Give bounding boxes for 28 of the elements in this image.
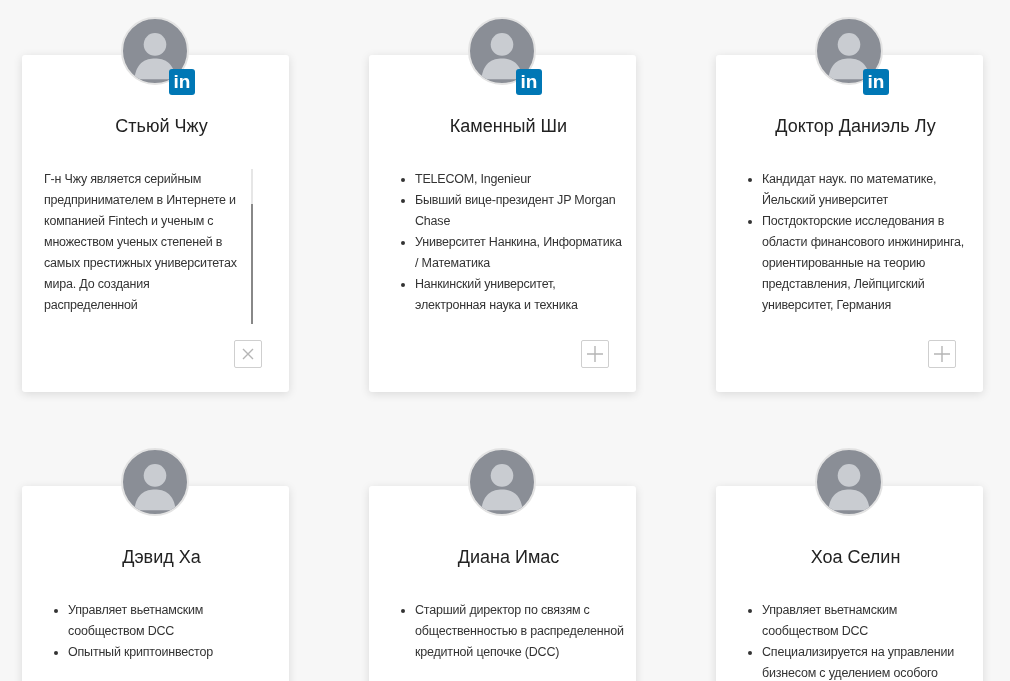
close-icon [242, 348, 254, 360]
bio-item: TELECOM, Ingenieur [415, 171, 532, 188]
bio-item: Бывший вице-президент JP Morgan Chase [415, 192, 617, 230]
person-name: Хоа Селин [809, 546, 902, 568]
bio-item: Кандидат наук. по математике, Йельский университет [762, 171, 938, 209]
expand-button[interactable] [581, 340, 609, 368]
bio-item: Старший директор по связям с общественностью в распределенной кредитной цепочке (DCC) [415, 602, 625, 661]
bio-item: Постдокторские исследования в области финансового инжиниринга, ориентированные на теорию представления, Лейпцигский университет, Германия [762, 213, 966, 314]
person-name: Дэвид Ха [121, 546, 202, 568]
linkedin-badge[interactable]: in [169, 69, 195, 95]
person-name: Каменный Ши [448, 115, 569, 137]
bio-text: Г-н Чжу является серийным предпринимателем в Интернете и компанией Fintech и ученым с множеством ученых степеней в самых престижных университетах мира. До создания распределенной [44, 171, 238, 314]
bio-item: Специализируется на управлении бизнесом с уделением особого [762, 644, 956, 681]
bio-item: Университет Нанкина, Информатика / Математика [415, 234, 623, 272]
plus-icon [934, 346, 950, 362]
bio-item: Управляет вьетнамским сообществом DCC [762, 602, 899, 640]
collapse-button[interactable] [234, 340, 262, 368]
person-name: Доктор Даниэль Лу [774, 115, 937, 137]
scrollbar[interactable] [251, 169, 253, 324]
expand-button[interactable] [928, 340, 956, 368]
plus-icon [587, 346, 603, 362]
bio-item: Опытный криптоинвестор [68, 644, 214, 661]
person-name: Диана Имас [456, 546, 561, 568]
bio-item: Нанкинский университет, электронная наука и техника [415, 276, 579, 314]
bio-item: Управляет вьетнамским сообществом DCC [68, 602, 205, 640]
person-name: Стьюй Чжу [114, 115, 209, 137]
linkedin-badge[interactable]: in [863, 69, 889, 95]
linkedin-badge[interactable]: in [516, 69, 542, 95]
